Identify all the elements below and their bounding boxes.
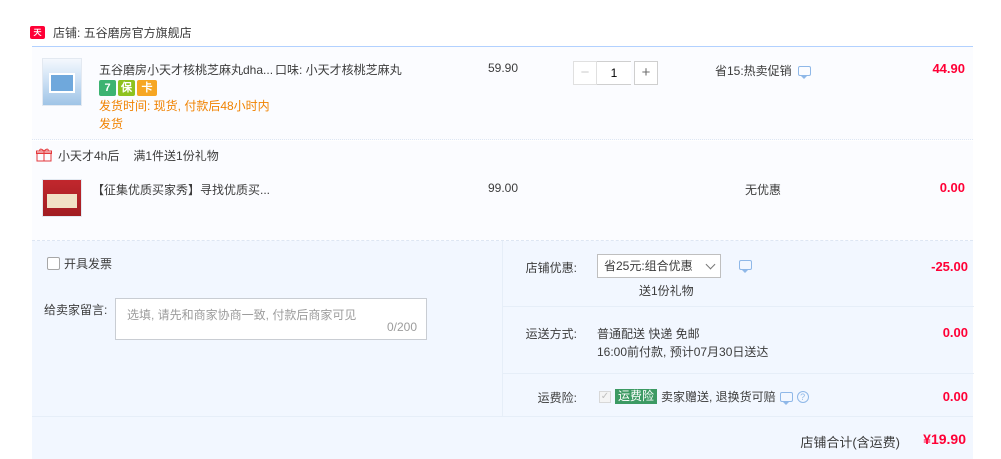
total-label: 店铺合计(含运费) — [800, 435, 900, 450]
unit-price: 59.90 — [488, 61, 519, 75]
gift-name: 小天才4h后 — [58, 148, 120, 163]
order-options: 开具发票 给卖家留言: 选填, 请先和商家协商一致, 付款后商家可见 0/200… — [32, 241, 974, 459]
insurance-badge: 运费险 — [615, 389, 658, 404]
total-bar: 店铺合计(含运费) ¥19.90 — [32, 416, 973, 459]
tmall-icon: 天猫 — [30, 25, 45, 50]
discount-selected: 省25元:组合优惠 — [604, 259, 693, 273]
gift-note: 送1份礼物 — [639, 284, 694, 298]
shipping-amount: 0.00 — [942, 325, 968, 340]
order-item: 【征集优质买家秀】寻找优质买... 99.00 无优惠 0.00 — [32, 169, 973, 241]
quantity-stepper: − 1 + — [573, 61, 658, 85]
store-header: 天猫 店铺: 五谷磨房官方旗舰店 — [30, 24, 192, 50]
chat-icon[interactable] — [779, 391, 793, 405]
store-discount-label: 店铺优惠: — [525, 261, 577, 275]
discount-amount: -25.00 — [931, 259, 968, 274]
shipping-row: 运送方式: 普通配送 快递 免邮 16:00前付款, 预计07月30日送达 0.… — [503, 307, 974, 374]
insurance-amount: 0.00 — [942, 389, 968, 404]
gift-rule: 满1件送1份礼物 — [133, 148, 219, 163]
chat-icon[interactable] — [797, 65, 811, 79]
product-title[interactable]: 五谷磨房小天才核桃芝麻丸dha... — [99, 61, 273, 78]
invoice-option[interactable]: 开具发票 — [47, 255, 112, 272]
service-badges: 7 保 卡 — [99, 80, 157, 96]
delivery-time: 发货时间: 现货, 付款后48小时内发货 — [99, 99, 270, 131]
invoice-checkbox[interactable] — [47, 257, 60, 270]
seven-day-return-icon[interactable]: 7 — [99, 80, 116, 96]
item-subtotal: 0.00 — [939, 180, 965, 195]
total-amount: ¥19.90 — [923, 431, 966, 447]
product-thumbnail[interactable] — [42, 179, 82, 217]
order-item: 五谷磨房小天才核桃芝麻丸dha... 口味: 小天才核桃芝麻丸 7 保 卡 发货… — [32, 47, 973, 140]
order-box: 五谷磨房小天才核桃芝麻丸dha... 口味: 小天才核桃芝麻丸 7 保 卡 发货… — [32, 46, 974, 459]
insurance-text: 卖家赠送, 退换货可赔 — [661, 390, 776, 404]
help-icon[interactable]: ? — [796, 390, 809, 403]
insurance-option: ✓ 运费险 卖家赠送, 退换货可赔 ? — [599, 388, 809, 405]
message-input[interactable]: 选填, 请先和商家协商一致, 付款后商家可见 0/200 — [115, 298, 427, 340]
chevron-down-icon — [705, 259, 716, 270]
shipping-method: 普通配送 快递 免邮 — [597, 327, 700, 341]
credit-card-icon[interactable]: 卡 — [137, 80, 157, 96]
unit-price: 99.00 — [488, 181, 519, 195]
insurance-checkbox: ✓ — [599, 390, 611, 403]
insurance-label: 运费险: — [537, 391, 577, 405]
buyer-options: 开具发票 给卖家留言: 选填, 请先和商家协商一致, 付款后商家可见 0/200 — [32, 241, 502, 416]
store-name[interactable]: 店铺: 五谷磨房官方旗舰店 — [53, 24, 192, 41]
store-discount-row: 店铺优惠: 省25元:组合优惠 送1份礼物 -25.00 — [503, 241, 974, 307]
protection-icon[interactable]: 保 — [118, 80, 135, 96]
product-title[interactable]: 【征集优质买家秀】寻找优质买... — [92, 181, 270, 198]
message-placeholder: 选填, 请先和商家协商一致, 付款后商家可见 — [127, 308, 357, 322]
gift-icon — [36, 148, 52, 162]
discount-select[interactable]: 省25元:组合优惠 — [597, 254, 721, 278]
increase-button[interactable]: + — [634, 61, 658, 85]
shipping-label: 运送方式: — [525, 327, 577, 341]
promotion-text: 无优惠 — [745, 183, 782, 197]
insurance-row: 运费险: ✓ 运费险 卖家赠送, 退换货可赔 ? 0.00 — [503, 374, 974, 416]
shipping-eta: 16:00前付款, 预计07月30日送达 — [597, 345, 769, 359]
product-thumbnail[interactable] — [42, 58, 82, 106]
message-counter: 0/200 — [386, 320, 417, 334]
message-label: 给卖家留言: — [44, 303, 108, 317]
decrease-button[interactable]: − — [573, 61, 597, 85]
chat-icon[interactable] — [739, 260, 752, 273]
product-sku: 口味: 小天才核桃芝麻丸 — [275, 63, 402, 77]
invoice-label: 开具发票 — [64, 257, 113, 271]
promotion-text: 省15:热卖促销 — [715, 64, 792, 78]
gift-header: 小天才4h后 满1件送1份礼物 — [32, 141, 973, 169]
item-subtotal: 44.90 — [932, 61, 965, 76]
order-summary: 店铺优惠: 省25元:组合优惠 送1份礼物 -25.00 运送方式: 普通配送 … — [502, 241, 974, 416]
quantity-input[interactable]: 1 — [597, 61, 631, 85]
promotion: 省15:热卖促销 — [715, 62, 811, 79]
